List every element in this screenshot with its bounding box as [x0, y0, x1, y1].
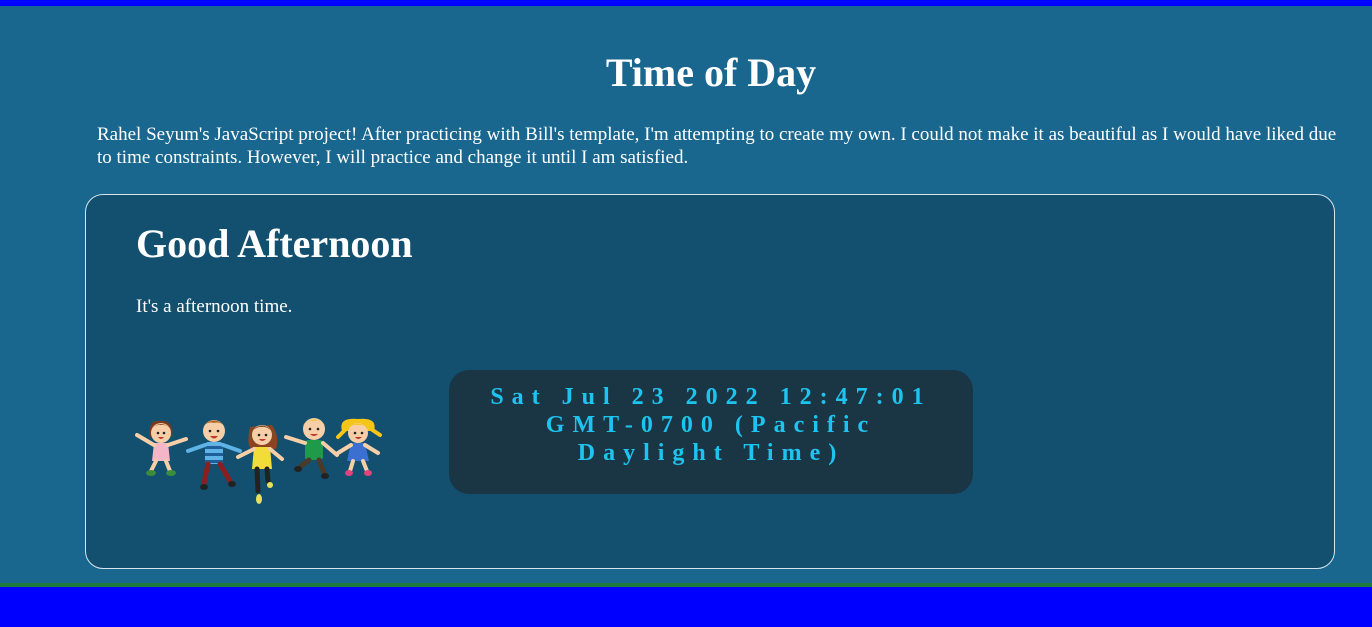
- kid-2: [186, 420, 242, 490]
- time-message: It's a afternoon time.: [136, 296, 293, 317]
- bottom-bar: [0, 587, 1372, 627]
- jumping-kids-illustration: [135, 418, 382, 504]
- page-title: Time of Day: [605, 50, 817, 95]
- intro-paragraph: Rahel Seyum's JavaScript project! After …: [97, 124, 1337, 168]
- kid-4: [284, 418, 339, 479]
- clock-display: Sat Jul 23 2022 12:47:01 GMT-0700 (Pacif…: [449, 370, 973, 494]
- greeting-card: Good Afternoon It's a afternoon time. Sa…: [85, 194, 1335, 569]
- kid-5: [336, 418, 382, 476]
- top-bar: [0, 0, 1372, 6]
- kid-1: [135, 421, 188, 476]
- greeting-heading: Good Afternoon: [136, 221, 413, 266]
- clock-text: Sat Jul 23 2022 12:47:01 GMT-0700 (Pacif…: [490, 384, 932, 466]
- kid-3: [236, 425, 284, 504]
